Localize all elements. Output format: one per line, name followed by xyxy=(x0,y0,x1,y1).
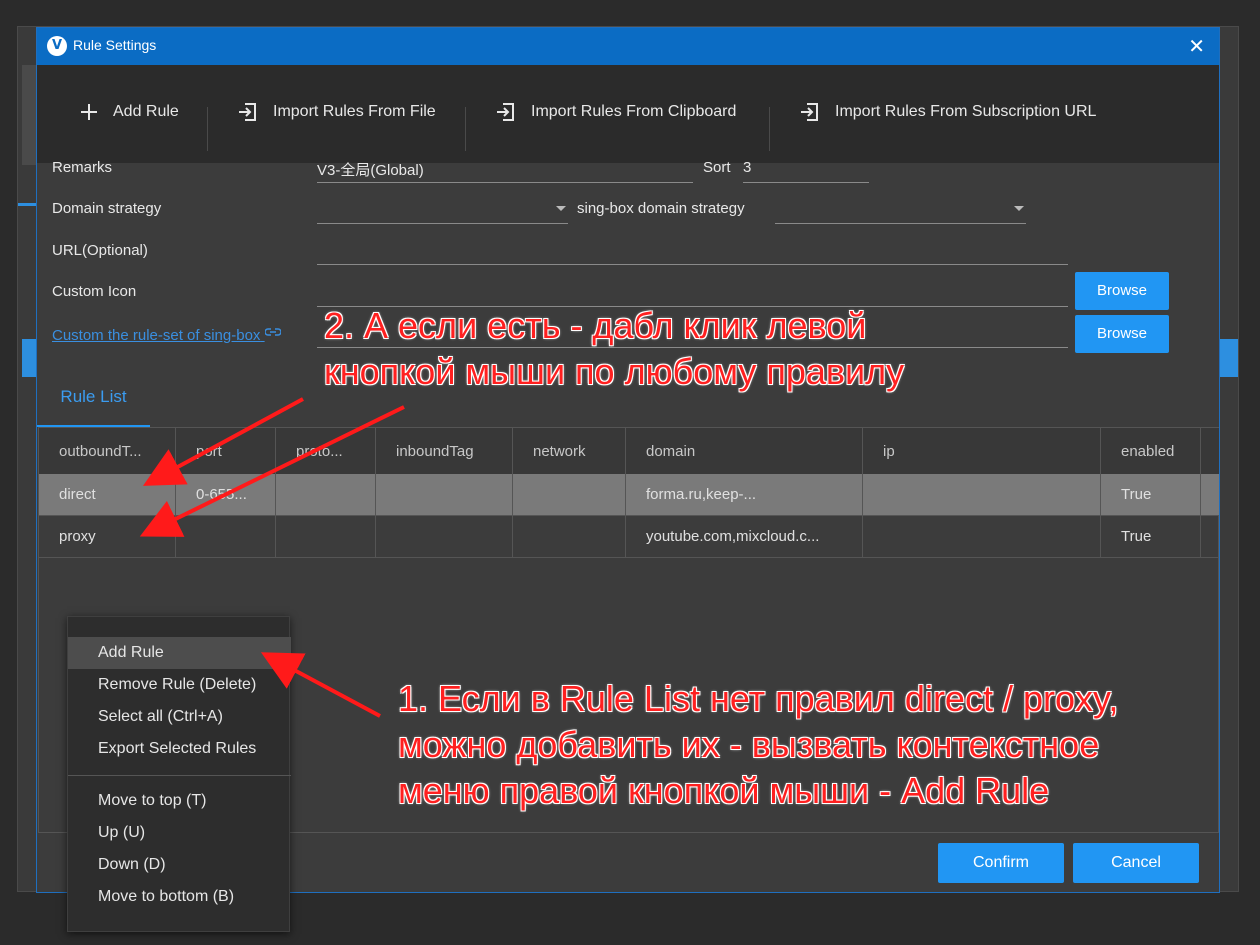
import-file-label: Import Rules From File xyxy=(273,103,436,120)
background-selected-row-right xyxy=(1220,339,1238,377)
column-header-protocol[interactable]: proto... xyxy=(276,428,376,474)
annotation-note-1-line-2: можно добавить их - вызвать контекстное xyxy=(398,724,1100,765)
background-tab-indicator xyxy=(18,203,38,206)
menu-item-add-rule[interactable]: Add Rule xyxy=(68,637,291,669)
column-header-enabled[interactable]: enabled xyxy=(1101,428,1201,474)
table-row[interactable]: proxy youtube.com,mixcloud.c... True xyxy=(39,516,1219,558)
annotation-note-1-line-3: меню правой кнопкой мыши - Add Rule xyxy=(398,770,1050,811)
toolbar-divider xyxy=(465,107,466,151)
menu-divider xyxy=(68,775,291,776)
add-rule-button[interactable]: Add Rule xyxy=(79,90,179,134)
cell-ip xyxy=(863,474,1101,515)
link-icon xyxy=(263,328,282,336)
cell-protocol xyxy=(276,516,376,557)
toolbar-divider xyxy=(769,107,770,151)
annotation-note-1-line-1: 1. Если в Rule List нет правил direct / … xyxy=(398,678,1119,719)
menu-item-move-top[interactable]: Move to top (T) xyxy=(68,785,291,817)
context-menu: Add Rule Remove Rule (Delete) Select all… xyxy=(67,616,291,932)
column-header-port[interactable]: port xyxy=(176,428,276,474)
url-label: URL(Optional) xyxy=(52,242,148,259)
add-rule-label: Add Rule xyxy=(113,103,179,120)
toolbar-divider xyxy=(207,107,208,151)
import-subscription-label: Import Rules From Subscription URL xyxy=(835,103,1097,120)
custom-icon-label: Custom Icon xyxy=(52,283,137,300)
column-header-outboundtag[interactable]: outboundT... xyxy=(39,428,176,474)
cancel-button[interactable]: Cancel xyxy=(1073,843,1199,883)
import-clipboard-button[interactable]: Import Rules From Clipboard xyxy=(495,90,736,134)
menu-item-select-all[interactable]: Select all (Ctrl+A) xyxy=(68,701,291,733)
column-header-network[interactable]: network xyxy=(513,428,626,474)
cell-domain: youtube.com,mixcloud.c... xyxy=(626,516,863,557)
import-file-button[interactable]: Import Rules From File xyxy=(237,90,436,134)
column-header-ip[interactable]: ip xyxy=(863,428,1101,474)
cell-outboundtag: direct xyxy=(39,474,176,515)
import-icon xyxy=(801,103,818,121)
table-row[interactable]: direct 0-655... forma.ru,keep-... True xyxy=(39,474,1219,516)
url-field[interactable] xyxy=(317,237,1068,265)
annotation-note-2-line-2: кнопкой мыши по любому правилу xyxy=(324,351,905,392)
import-icon xyxy=(497,103,514,121)
annotation-note-2-line-1: 2. А если есть - дабл клик левой xyxy=(324,305,867,346)
cell-inboundtag xyxy=(376,516,513,557)
menu-item-export-selected[interactable]: Export Selected Rules xyxy=(68,733,291,765)
cell-ip xyxy=(863,516,1101,557)
import-icon xyxy=(239,103,256,121)
sort-field[interactable]: 3 xyxy=(743,155,869,183)
title-bar[interactable]: V Rule Settings ✕ xyxy=(37,28,1219,65)
ruleset-link-label: Custom the rule-set of sing-box xyxy=(52,327,261,344)
chevron-down-icon xyxy=(1014,206,1024,211)
domain-strategy-label: Domain strategy xyxy=(52,200,162,217)
menu-item-move-up[interactable]: Up (U) xyxy=(68,817,291,849)
confirm-button[interactable]: Confirm xyxy=(938,843,1064,883)
ruleset-link[interactable]: Custom the rule-set of sing-box xyxy=(52,326,282,344)
cell-port xyxy=(176,516,276,557)
plus-icon xyxy=(81,104,97,120)
tab-rule-list[interactable]: Rule List xyxy=(37,375,150,427)
menu-item-move-bottom[interactable]: Move to bottom (B) xyxy=(68,881,291,913)
grid-header: outboundT... port proto... inboundTag ne… xyxy=(39,428,1219,474)
import-subscription-button[interactable]: Import Rules From Subscription URL xyxy=(799,90,1096,134)
domain-strategy-select[interactable] xyxy=(317,196,568,224)
app-logo-icon: V xyxy=(47,36,67,56)
browse-icon-button[interactable]: Browse xyxy=(1075,272,1169,310)
cell-inboundtag xyxy=(376,474,513,515)
cell-outboundtag: proxy xyxy=(39,516,176,557)
chevron-down-icon xyxy=(556,206,566,211)
menu-item-remove-rule[interactable]: Remove Rule (Delete) xyxy=(68,669,291,701)
close-button[interactable]: ✕ xyxy=(1188,34,1205,58)
cell-port: 0-655... xyxy=(176,474,276,515)
import-clipboard-label: Import Rules From Clipboard xyxy=(531,103,737,120)
cell-network xyxy=(513,516,626,557)
toolbar: Add Rule Import Rules From File Import R… xyxy=(37,65,1219,163)
remarks-field[interactable]: V3-全局(Global) xyxy=(317,155,693,183)
column-header-inboundtag[interactable]: inboundTag xyxy=(376,428,513,474)
dialog-title: Rule Settings xyxy=(73,37,157,53)
column-header-domain[interactable]: domain xyxy=(626,428,863,474)
cell-enabled: True xyxy=(1101,474,1201,515)
menu-item-move-down[interactable]: Down (D) xyxy=(68,849,291,881)
browse-ruleset-button[interactable]: Browse xyxy=(1075,315,1169,353)
singbox-strategy-select[interactable] xyxy=(775,196,1026,224)
cell-domain: forma.ru,keep-... xyxy=(626,474,863,515)
annotation-note-1: 1. Если в Rule List нет правил direct / … xyxy=(398,676,1118,814)
cell-protocol xyxy=(276,474,376,515)
remarks-label: Remarks xyxy=(52,159,113,176)
sort-label: Sort xyxy=(703,159,731,176)
cell-enabled: True xyxy=(1101,516,1201,557)
cell-network xyxy=(513,474,626,515)
annotation-note-2: 2. А если есть - дабл клик левой кнопкой… xyxy=(324,303,904,395)
singbox-strategy-label: sing-box domain strategy xyxy=(577,200,745,217)
